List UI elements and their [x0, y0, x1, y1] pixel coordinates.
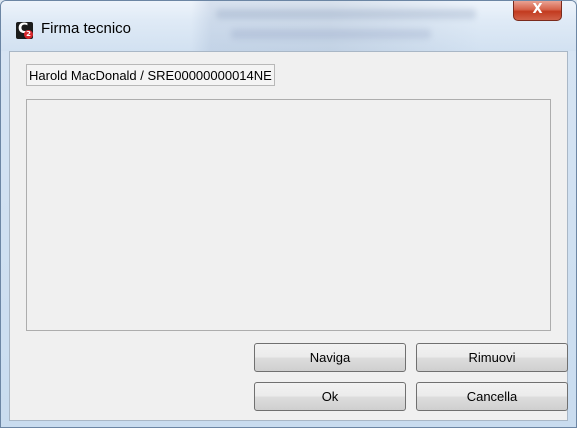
- close-button[interactable]: X: [513, 1, 562, 21]
- dialog-content: Harold MacDonald / SRE00000000014NE Navi…: [9, 51, 568, 421]
- app-logo-badge: 2: [24, 30, 33, 39]
- close-icon: X: [532, 2, 543, 17]
- ok-button[interactable]: Ok: [254, 382, 406, 411]
- naviga-button[interactable]: Naviga: [254, 343, 406, 372]
- cancella-button[interactable]: Cancella: [416, 382, 568, 411]
- window-title: Firma tecnico: [41, 20, 132, 37]
- background-blur: [216, 9, 476, 19]
- rimuovi-button[interactable]: Rimuovi: [416, 343, 568, 372]
- signature-area[interactable]: [26, 99, 551, 331]
- app-logo-icon: C 2: [16, 21, 33, 39]
- technician-label: Harold MacDonald / SRE00000000014NE: [26, 64, 275, 86]
- background-blur: [231, 29, 431, 39]
- dialog-window: C 2 Firma tecnico X Harold MacDonald / S…: [0, 0, 577, 428]
- title-bar[interactable]: C 2 Firma tecnico X: [1, 1, 576, 51]
